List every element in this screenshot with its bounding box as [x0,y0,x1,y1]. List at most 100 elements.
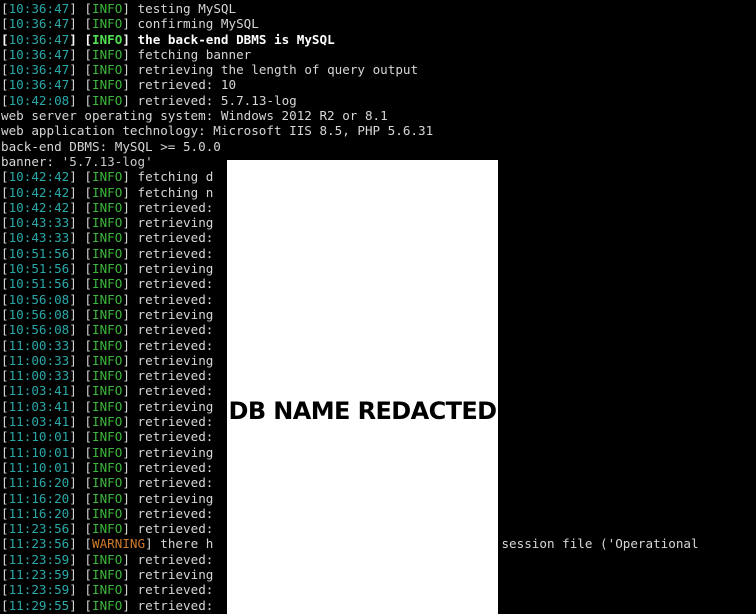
log-message: retrieved: [137,230,214,246]
bracket: ] [122,291,138,307]
bracket: ] [122,62,138,78]
bracket: ] [122,505,138,521]
log-message: retrieved: [137,199,214,215]
bracket: ] [122,230,138,246]
bracket: [ [1,77,9,93]
log-level: WARNING [92,536,146,552]
bracket: ] [122,31,138,47]
log-message: retrieved: [137,505,214,521]
timestamp: 11:29:55 [8,597,70,613]
log-level: INFO [92,169,123,185]
bracket: ] [122,368,138,384]
bracket: ] [122,1,138,16]
redaction-label: DB NAME REDACTED [228,397,498,425]
bracket: ] [ [69,169,93,185]
log-level: INFO [92,429,123,445]
bracket: [ [1,215,9,231]
timestamp: 10:51:56 [8,276,70,292]
bracket: [ [1,352,9,368]
bracket: ] [ [69,31,93,47]
timestamp: 10:42:42 [8,184,70,200]
log-message: confirming MySQL [137,16,259,32]
log-level: INFO [92,566,123,582]
bracket: ] [122,398,138,414]
bracket: ] [ [69,582,93,598]
log-message: fetching banner [137,46,252,62]
bracket: ] [145,536,161,552]
bracket: ] [ [69,414,93,430]
log-message: retrieved: [137,368,214,384]
bracket: [ [1,505,9,521]
log-message: retrieving [137,444,214,460]
log-message: retrieved: [137,521,214,537]
log-message: retrieved: [137,245,214,261]
bracket: ] [122,414,138,430]
log-message: the back-end DBMS is MySQL [137,31,335,47]
log-level: INFO [92,414,123,430]
timestamp: 11:00:33 [8,352,70,368]
log-message: fetching n [137,184,214,200]
bracket: ] [ [69,475,93,491]
log-level: INFO [92,184,123,200]
log-level: INFO [92,322,123,338]
bracket: [ [1,551,9,567]
bracket: ] [ [69,291,93,307]
terminal-line: [10:36:47] [INFO] fetching banner [1,47,756,62]
bracket: [ [1,322,9,338]
log-message: retrieving the length of query output [137,62,419,78]
timestamp: 10:42:42 [8,199,70,215]
bracket: ] [ [69,261,93,277]
bracket: ] [ [69,62,93,78]
timestamp: 11:23:59 [8,582,70,598]
bracket: ] [122,490,138,506]
bracket: ] [ [69,597,93,613]
bracket: ] [ [69,16,93,32]
log-level: INFO [92,230,123,246]
bracket: [ [1,459,9,475]
bracket: ] [ [69,92,93,108]
timestamp: 11:00:33 [8,337,70,353]
bracket: ] [122,306,138,322]
timestamp: 10:43:33 [8,230,70,246]
bracket: [ [1,261,9,277]
bracket: [ [1,337,9,353]
log-message: retrieving [137,490,214,506]
bracket: ] [122,566,138,582]
log-message: fetching d [137,169,214,185]
bracket: ] [122,521,138,537]
bracket: ] [122,475,138,491]
banner-value: '5.7.13-log' [61,153,153,169]
log-message: retrieved: [137,475,214,491]
bracket: ] [ [69,199,93,215]
bracket: ] [122,169,138,185]
info-line: web application technology: Microsoft II… [1,123,434,139]
bracket: ] [122,444,138,460]
log-message: retrieved: [137,337,214,353]
terminal-line: [10:36:47] [INFO] the back-end DBMS is M… [1,32,756,47]
log-level: INFO [92,368,123,384]
log-level: INFO [92,77,123,93]
bracket: [ [1,276,9,292]
bracket: [ [1,521,9,537]
bracket: [ [1,582,9,598]
log-message: retrieved: 10 [137,77,237,93]
banner-prefix: banner: [1,153,62,169]
bracket: ] [ [69,337,93,353]
bracket: [ [1,383,9,399]
bracket: ] [ [69,77,93,93]
bracket: ] [122,184,138,200]
bracket: ] [ [69,551,93,567]
timestamp: 10:51:56 [8,245,70,261]
log-level: INFO [92,383,123,399]
timestamp: 10:36:47 [8,31,70,47]
log-level: INFO [92,521,123,537]
log-level: INFO [92,459,123,475]
timestamp: 11:00:33 [8,368,70,384]
terminal-line: [10:36:47] [INFO] retrieving the length … [1,62,756,77]
bracket: [ [1,199,9,215]
timestamp: 11:03:41 [8,383,70,399]
bracket: [ [1,291,9,307]
log-message: testing MySQL [137,1,237,16]
log-level: INFO [92,261,123,277]
timestamp: 11:23:59 [8,566,70,582]
